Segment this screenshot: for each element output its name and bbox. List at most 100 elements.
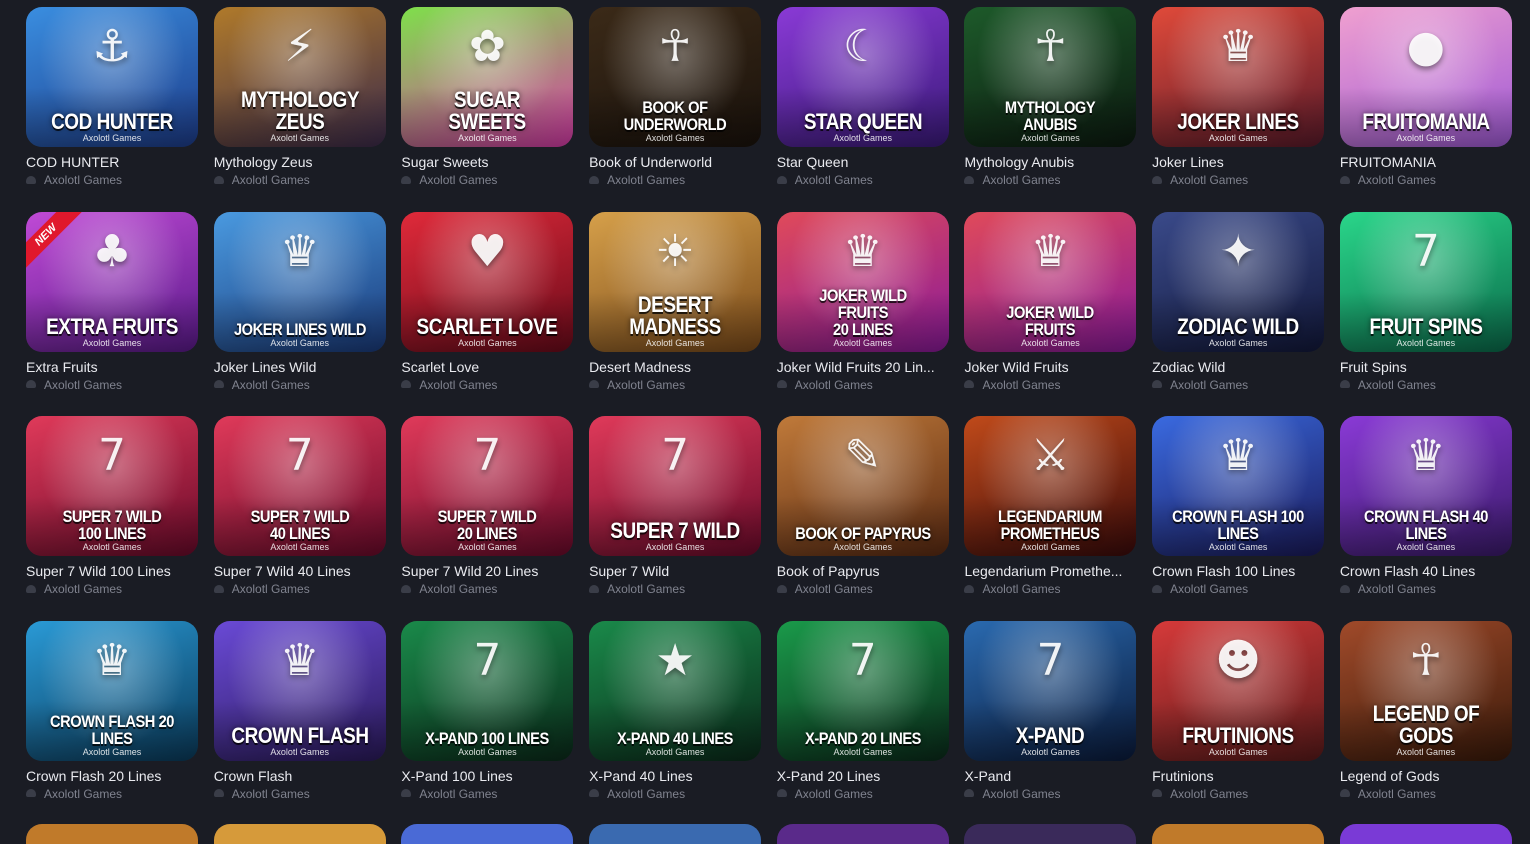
game-card-joker-wild-fruits-20-lin[interactable]: ♛ JOKER WILD FRUITS 20 LINES Axolotl Games… — [776, 211, 949, 417]
game-thumbnail-partial[interactable] — [26, 824, 198, 844]
game-thumbnail[interactable]: ☥ BOOK OF UNDERWORLD Axolotl Games — [589, 7, 762, 147]
game-card-fruit-spins[interactable]: 7 FRUIT SPINS Axolotl Games Fruit Spins Axol… — [1339, 211, 1512, 417]
game-name[interactable]: Crown Flash 40 Lines — [1340, 562, 1512, 580]
game-thumbnail-partial[interactable] — [589, 824, 762, 844]
game-name[interactable]: Fruit Spins — [1340, 358, 1512, 376]
game-thumbnail[interactable]: ♛ CROWN FLASH 40 LINES Axolotl Games — [1339, 416, 1512, 556]
game-thumbnail[interactable]: ★ X-PAND 40 LINES Axolotl Games — [589, 620, 762, 761]
game-thumbnail-partial[interactable] — [1339, 824, 1512, 844]
game-thumbnail[interactable]: ♛ CROWN FLASH Axolotl Games — [213, 620, 386, 761]
game-card-crown-flash-20-lines[interactable]: ♛ CROWN FLASH 20 LINES Axolotl Games Crown … — [26, 620, 198, 826]
game-name[interactable]: X-Pand 100 Lines — [401, 767, 573, 785]
game-card-x-pand-20-lines[interactable]: 7 X-PAND 20 LINES Axolotl Games X-Pand 20 L… — [776, 620, 949, 826]
game-thumbnail[interactable]: ⚓ COD HUNTER Axolotl Games — [26, 7, 198, 147]
game-thumbnail[interactable]: 7 SUPER 7 WILD 100 LINES Axolotl Games — [26, 416, 198, 556]
game-card-crown-flash[interactable]: ♛ CROWN FLASH Axolotl Games Crown Flash Axol… — [213, 620, 386, 826]
game-card-scarlet-love[interactable]: ♥ SCARLET LOVE Axolotl Games Scarlet Love Ax… — [401, 211, 574, 417]
game-name[interactable]: COD HUNTER — [26, 153, 198, 171]
game-name[interactable]: Book of Papyrus — [777, 562, 949, 580]
game-name[interactable]: X-Pand — [964, 767, 1136, 785]
game-thumbnail[interactable]: ♛ CROWN FLASH 100 LINES Axolotl Games — [1152, 416, 1325, 556]
game-thumbnail[interactable]: ✿ SUGAR SWEETS Axolotl Games — [401, 7, 574, 147]
game-card-crown-flash-100-lines[interactable]: ♛ CROWN FLASH 100 LINES Axolotl Games Crown… — [1152, 416, 1325, 621]
game-thumbnail[interactable]: 7 X-PAND 100 LINES Axolotl Games — [401, 620, 574, 761]
game-thumbnail[interactable]: ♛ JOKER WILD FRUITS 20 LINES Axolotl Games — [776, 211, 949, 352]
game-name[interactable]: Joker Wild Fruits — [964, 358, 1136, 376]
game-card-legendarium-promethe[interactable]: ⚔ LEGENDARIUM PROMETHEUS Axolotl Games Lege… — [964, 416, 1137, 621]
game-thumbnail[interactable]: 7 SUPER 7 WILD 40 LINES Axolotl Games — [213, 416, 386, 556]
game-name[interactable]: Scarlet Love — [401, 358, 573, 376]
game-name[interactable]: Super 7 Wild — [589, 562, 761, 580]
game-name[interactable]: Joker Lines — [1152, 153, 1324, 171]
game-thumbnail[interactable]: ♛ JOKER LINES Axolotl Games — [1152, 7, 1325, 147]
game-name[interactable]: Mythology Anubis — [964, 153, 1136, 171]
game-thumbnail-partial[interactable] — [1152, 824, 1325, 844]
game-thumbnail[interactable]: ♣ EXTRA FRUITS Axolotl Games NEW — [26, 211, 198, 352]
game-thumbnail[interactable]: ✎ BOOK OF PAPYRUS Axolotl Games — [776, 416, 949, 556]
game-card-x-pand-100-lines[interactable]: 7 X-PAND 100 LINES Axolotl Games X-Pand 100… — [401, 620, 574, 826]
game-card-desert-madness[interactable]: ☀ DESERT MADNESS Axolotl Games Desert Madne… — [589, 211, 762, 417]
game-thumbnail[interactable]: ☾ STAR QUEEN Axolotl Games — [776, 7, 949, 147]
game-name[interactable]: Super 7 Wild 20 Lines — [401, 562, 573, 580]
game-thumbnail[interactable]: ● FRUITOMANIA Axolotl Games — [1339, 7, 1512, 147]
game-name[interactable]: Frutinions — [1152, 767, 1324, 785]
game-thumbnail-partial[interactable] — [964, 824, 1137, 844]
game-card-x-pand-40-lines[interactable]: ★ X-PAND 40 LINES Axolotl Games X-Pand 40 L… — [589, 620, 762, 826]
game-name[interactable]: Star Queen — [777, 153, 949, 171]
game-name[interactable]: Joker Wild Fruits 20 Lin... — [777, 358, 949, 376]
game-card-crown-flash-40-lines[interactable]: ♛ CROWN FLASH 40 LINES Axolotl Games Crown … — [1339, 416, 1512, 621]
game-thumbnail[interactable]: 7 SUPER 7 WILD Axolotl Games — [589, 416, 762, 556]
game-card-mythology-anubis[interactable]: ☥ MYTHOLOGY ANUBIS Axolotl Games Mythology … — [964, 7, 1137, 212]
game-card-joker-wild-fruits[interactable]: ♛ JOKER WILD FRUITS Axolotl Games Joker Wil… — [964, 211, 1137, 417]
game-card-book-of-underworld[interactable]: ☥ BOOK OF UNDERWORLD Axolotl Games Book of … — [589, 7, 762, 212]
game-card-super-7-wild-20-lines[interactable]: 7 SUPER 7 WILD 20 LINES Axolotl Games Super… — [401, 416, 574, 621]
game-name[interactable]: Zodiac Wild — [1152, 358, 1324, 376]
game-thumbnail[interactable]: ☻ FRUTINIONS Axolotl Games — [1152, 620, 1325, 761]
game-thumbnail[interactable]: ♛ JOKER LINES WILD Axolotl Games — [213, 211, 386, 352]
game-name[interactable]: Book of Underworld — [589, 153, 761, 171]
game-card-legend-of-gods[interactable]: ☥ LEGEND OF GODS Axolotl Games Legend of Go… — [1339, 620, 1512, 826]
game-card-joker-lines-wild[interactable]: ♛ JOKER LINES WILD Axolotl Games Joker Line… — [213, 211, 386, 417]
game-name[interactable]: Joker Lines Wild — [214, 358, 386, 376]
game-thumbnail[interactable]: 7 X-PAND 20 LINES Axolotl Games — [776, 620, 949, 761]
game-name[interactable]: FRUITOMANIA — [1340, 153, 1512, 171]
game-thumbnail-partial[interactable] — [776, 824, 949, 844]
game-name[interactable]: Extra Fruits — [26, 358, 198, 376]
game-card-cod-hunter[interactable]: ⚓ COD HUNTER Axolotl Games COD HUNTER Axolot… — [26, 7, 198, 212]
game-name[interactable]: Desert Madness — [589, 358, 761, 376]
game-card-star-queen[interactable]: ☾ STAR QUEEN Axolotl Games Star Queen Axolot… — [776, 7, 949, 212]
game-name[interactable]: Super 7 Wild 40 Lines — [214, 562, 386, 580]
game-name[interactable]: Super 7 Wild 100 Lines — [26, 562, 198, 580]
game-card-super-7-wild-40-lines[interactable]: 7 SUPER 7 WILD 40 LINES Axolotl Games Super… — [213, 416, 386, 621]
game-name[interactable]: Mythology Zeus — [214, 153, 386, 171]
game-card-x-pand[interactable]: 7 X-PAND Axolotl Games X-Pand Axolotl Games — [964, 620, 1137, 826]
game-name[interactable]: Sugar Sweets — [401, 153, 573, 171]
game-card-mythology-zeus[interactable]: ⚡ MYTHOLOGY ZEUS Axolotl Games Mythology Ze… — [213, 7, 386, 212]
game-name[interactable]: X-Pand 20 Lines — [777, 767, 949, 785]
game-thumbnail[interactable]: ♥ SCARLET LOVE Axolotl Games — [401, 211, 574, 352]
game-card-extra-fruits[interactable]: ♣ EXTRA FRUITS Axolotl Games NEW Extra Fruit… — [26, 211, 198, 417]
game-card-joker-lines[interactable]: ♛ JOKER LINES Axolotl Games Joker Lines Axol… — [1152, 7, 1325, 212]
game-thumbnail[interactable]: 7 SUPER 7 WILD 20 LINES Axolotl Games — [401, 416, 574, 556]
game-thumbnail[interactable]: 7 X-PAND Axolotl Games — [964, 620, 1137, 761]
game-card-super-7-wild[interactable]: 7 SUPER 7 WILD Axolotl Games Super 7 Wild Ax… — [589, 416, 762, 621]
game-name[interactable]: X-Pand 40 Lines — [589, 767, 761, 785]
game-thumbnail[interactable]: ♛ CROWN FLASH 20 LINES Axolotl Games — [26, 620, 198, 761]
game-thumbnail[interactable]: ⚔ LEGENDARIUM PROMETHEUS Axolotl Games — [964, 416, 1137, 556]
game-thumbnail[interactable]: ☥ LEGEND OF GODS Axolotl Games — [1339, 620, 1512, 761]
game-thumbnail[interactable]: ⚡ MYTHOLOGY ZEUS Axolotl Games — [213, 7, 386, 147]
game-thumbnail[interactable]: 7 FRUIT SPINS Axolotl Games — [1339, 211, 1512, 352]
game-name[interactable]: Crown Flash 20 Lines — [26, 767, 198, 785]
game-thumbnail[interactable]: ☥ MYTHOLOGY ANUBIS Axolotl Games — [964, 7, 1137, 147]
game-thumbnail-partial[interactable] — [401, 824, 574, 844]
game-thumbnail[interactable]: ♛ JOKER WILD FRUITS Axolotl Games — [964, 211, 1137, 352]
game-name[interactable]: Crown Flash — [214, 767, 386, 785]
game-name[interactable]: Crown Flash 100 Lines — [1152, 562, 1324, 580]
game-thumbnail-partial[interactable] — [213, 824, 386, 844]
game-card-super-7-wild-100-lines[interactable]: 7 SUPER 7 WILD 100 LINES Axolotl Games Supe… — [26, 416, 198, 621]
game-card-zodiac-wild[interactable]: ✦ ZODIAC WILD Axolotl Games Zodiac Wild Axol… — [1152, 211, 1325, 417]
game-thumbnail[interactable]: ✦ ZODIAC WILD Axolotl Games — [1152, 211, 1325, 352]
game-card-frutinions[interactable]: ☻ FRUTINIONS Axolotl Games Frutinions Axolot… — [1152, 620, 1325, 826]
game-name[interactable]: Legendarium Promethe... — [964, 562, 1136, 580]
game-card-book-of-papyrus[interactable]: ✎ BOOK OF PAPYRUS Axolotl Games Book of Pap… — [776, 416, 949, 621]
